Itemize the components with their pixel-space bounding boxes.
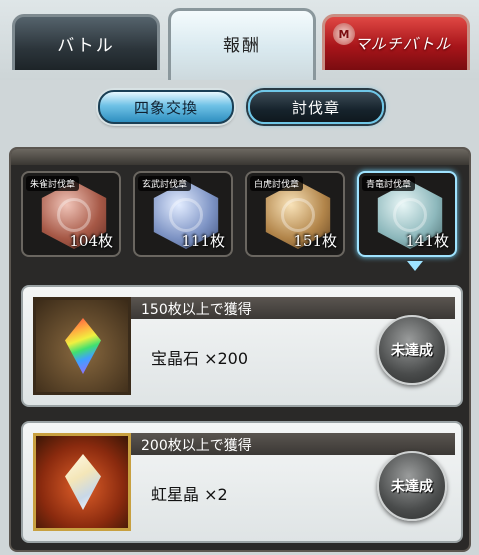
emblem-count: 104枚 — [69, 232, 113, 250]
prism-thumbnail — [33, 433, 131, 531]
status-badge[interactable]: 未達成 — [377, 315, 447, 385]
touba-emblem-button[interactable]: 討伐章 — [248, 90, 384, 124]
reward-row: 150枚以上で獲得 宝晶石 ×200 未達成 — [21, 285, 463, 407]
multi-icon: M — [333, 23, 355, 45]
reward-condition: 150枚以上で獲得 — [141, 302, 252, 318]
tab-battle[interactable]: バトル — [12, 14, 160, 70]
emblem-label: 青竜討伐章 — [362, 176, 416, 191]
emblem-count: 141枚 — [405, 232, 449, 250]
emblem-label: 玄武討伐章 — [138, 176, 192, 191]
rainbow-prism-icon — [65, 454, 101, 510]
status-badge[interactable]: 未達成 — [377, 451, 447, 521]
rainbow-crystal-icon — [65, 318, 101, 374]
emblem-byakko[interactable]: 白虎討伐章 151枚 — [245, 171, 345, 257]
reward-condition: 200枚以上で獲得 — [141, 438, 252, 454]
sub-tab-bar: 四象交換 討伐章 — [0, 80, 479, 142]
tab-multi-battle[interactable]: M マルチバトル — [322, 14, 470, 70]
reward-panel: 朱雀討伐章 104枚 玄武討伐章 111枚 白虎討伐章 151枚 青竜討伐章 1… — [9, 147, 471, 552]
emblem-suzaku[interactable]: 朱雀討伐章 104枚 — [21, 171, 121, 257]
tab-multi-battle-label: マルチバトル — [354, 35, 452, 53]
selected-indicator-icon — [407, 261, 423, 271]
crystal-thumbnail — [33, 297, 131, 395]
tab-reward-label: 報酬 — [223, 36, 261, 56]
emblem-label: 白虎討伐章 — [250, 176, 304, 191]
panel-header-trim — [11, 149, 469, 165]
shisho-exchange-button[interactable]: 四象交換 — [98, 90, 234, 124]
emblem-selector: 朱雀討伐章 104枚 玄武討伐章 111枚 白虎討伐章 151枚 青竜討伐章 1… — [21, 171, 461, 259]
reward-row: 200枚以上で獲得 虹星晶 ×2 未達成 — [21, 421, 463, 543]
touba-emblem-label: 討伐章 — [291, 98, 340, 117]
status-label: 未達成 — [391, 479, 433, 495]
tab-battle-label: バトル — [57, 36, 115, 56]
reward-item: 虹星晶 ×2 — [151, 485, 228, 504]
emblem-genbu[interactable]: 玄武討伐章 111枚 — [133, 171, 233, 257]
reward-item: 宝晶石 ×200 — [151, 349, 249, 368]
status-label: 未達成 — [391, 343, 433, 359]
tab-reward[interactable]: 報酬 — [168, 8, 316, 80]
shisho-exchange-label: 四象交換 — [133, 98, 198, 117]
emblem-count: 111枚 — [181, 232, 225, 250]
emblem-seiryu[interactable]: 青竜討伐章 141枚 — [357, 171, 457, 257]
emblem-count: 151枚 — [293, 232, 337, 250]
emblem-label: 朱雀討伐章 — [26, 176, 80, 191]
tab-bar: バトル M マルチバトル 報酬 — [0, 0, 479, 80]
